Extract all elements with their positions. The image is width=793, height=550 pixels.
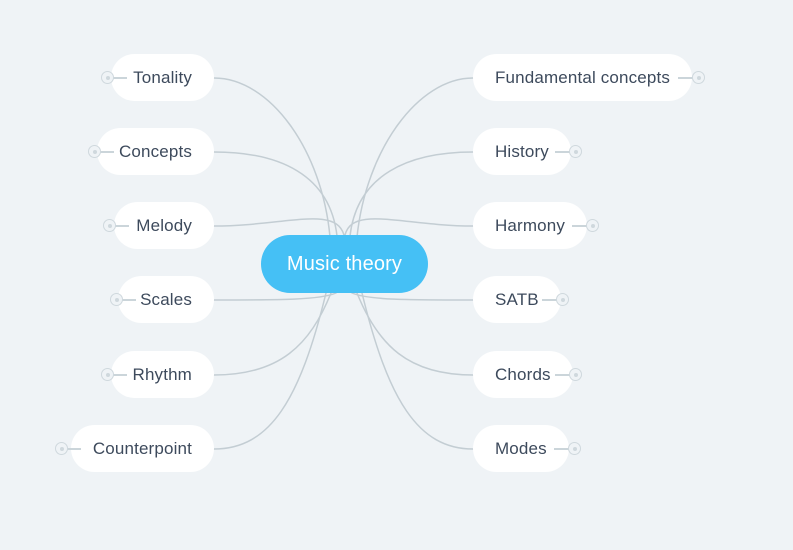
mind-map-edge [351,292,474,301]
root-node-label: Music theory [286,252,403,275]
branch-expand-bullet-icon[interactable] [110,293,123,306]
branch-node-label: Modes [495,438,547,458]
mind-map-edge [213,218,345,236]
branch-node-label: History [495,141,549,161]
branch-expand-bullet-icon[interactable] [568,442,581,455]
branch-expand-bullet-icon[interactable] [692,71,705,84]
mind-map-edge [213,151,338,237]
branch-node-label: Fundamental concepts [495,67,670,87]
branch-expand-bullet-icon[interactable] [556,293,569,306]
branch-expand-bullet-icon[interactable] [101,368,114,381]
branch-node-label: Chords [495,364,551,384]
branch-node-label: Rhythm [132,364,192,384]
branch-expand-bullet-icon[interactable] [569,368,582,381]
mind-map-edge [213,292,332,376]
branch-expand-bullet-icon[interactable] [88,145,101,158]
mind-map-edge [361,292,474,450]
branch-node-label: Scales [140,289,192,309]
branch-expand-bullet-icon[interactable] [103,219,116,232]
branch-node-label: Melody [136,215,192,235]
mind-map-edge [349,151,474,237]
mind-map-edge [344,218,474,236]
root-node-music-theory[interactable]: Music theory [261,235,428,293]
branch-node-melody[interactable]: Melody [114,202,214,249]
branch-node-label: SATB [495,289,539,309]
branch-node-label: Counterpoint [92,438,192,458]
branch-expand-bullet-icon[interactable] [55,442,68,455]
branch-node-harmony[interactable]: Harmony [473,202,588,249]
mind-map-edge [213,77,331,238]
mind-map-edge [213,292,327,450]
mind-map-edge [213,292,337,301]
branch-expand-bullet-icon[interactable] [586,219,599,232]
branch-node-counterpoint[interactable]: Counterpoint [70,425,214,472]
mind-map-canvas: Tonality Concepts Melody Scales Rhythm Counte… [0,0,793,550]
branch-node-label: Tonality [133,67,192,87]
mind-map-edge [356,77,474,238]
branch-node-fundamental-concepts[interactable]: Fundamental concepts [473,54,692,101]
branch-node-label: Harmony [495,215,566,235]
mind-map-edge [356,292,474,376]
branch-expand-bullet-icon[interactable] [569,145,582,158]
branch-expand-bullet-icon[interactable] [101,71,114,84]
branch-node-label: Concepts [118,141,192,161]
branch-node-concepts[interactable]: Concepts [96,128,214,175]
